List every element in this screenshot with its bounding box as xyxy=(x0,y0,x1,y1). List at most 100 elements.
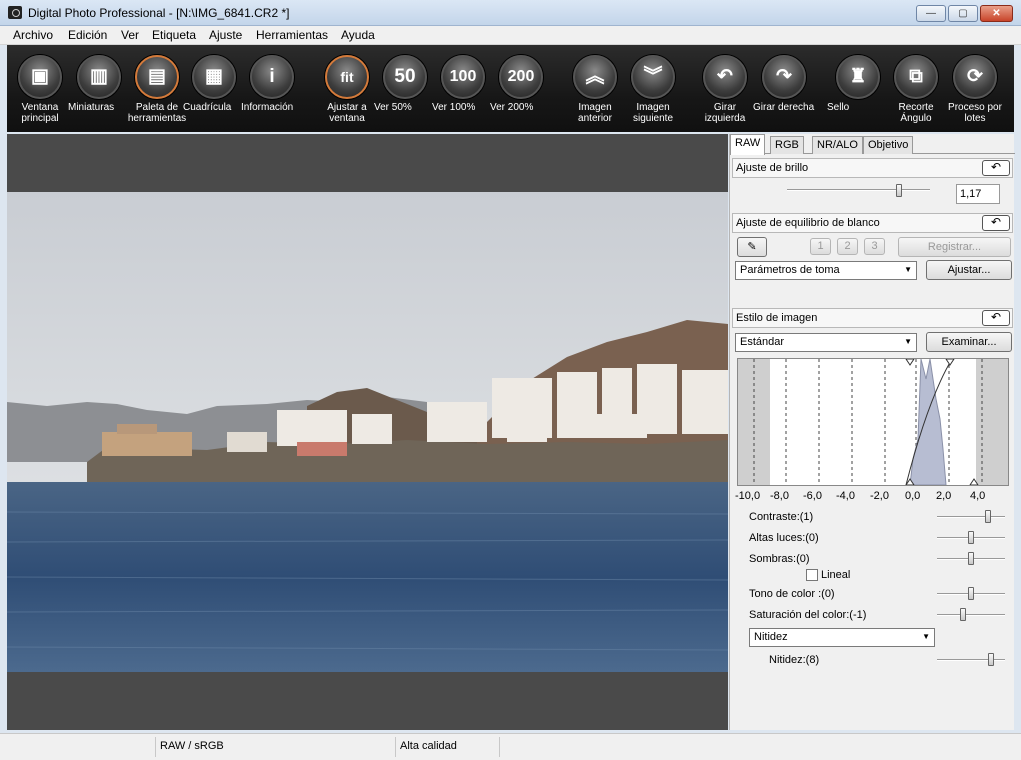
contrast-label: Contraste:(1) xyxy=(749,511,814,523)
rotate-right-button[interactable]: ↷ Girar derecha xyxy=(753,53,815,131)
axis-tick-minus2: -2,0 xyxy=(870,490,889,502)
zoom-200-button[interactable]: 200 Ver 200% xyxy=(490,53,552,131)
tone-curve-histogram[interactable] xyxy=(737,358,1009,486)
menu-archivo[interactable]: Archivo xyxy=(13,28,53,42)
sharpness-label: Nitidez:(8) xyxy=(769,654,820,666)
grid-button[interactable]: ▦ Cuadrícula xyxy=(183,53,245,131)
image-preview-area[interactable] xyxy=(7,134,728,730)
tab-nr-alo[interactable]: NR/ALO xyxy=(812,136,863,154)
axis-tick-minus10: -10,0 xyxy=(735,490,761,502)
rotate-left-button[interactable]: ↶ Girar izquierda xyxy=(694,53,756,131)
thumbnails-icon: ▥ xyxy=(77,55,121,99)
menu-edicion[interactable]: Edición xyxy=(68,28,107,42)
status-cell-empty xyxy=(4,737,156,757)
picture-style-header-label: Estilo de imagen xyxy=(736,312,818,324)
grid-icon: ▦ xyxy=(192,55,236,99)
panel-tabs: RAW RGB NR/ALO Objetivo xyxy=(730,134,1015,155)
batch-process-icon: ⟳ xyxy=(953,55,997,99)
zoom-50-icon: 50 xyxy=(383,55,427,99)
zoom-100-button[interactable]: 100 Ver 100% xyxy=(432,53,494,131)
saturation-slider-thumb[interactable] xyxy=(959,608,966,621)
contrast-slider-thumb[interactable] xyxy=(985,510,991,523)
previous-image-button[interactable]: ︽ Imagen anterior xyxy=(564,53,626,131)
linear-label: Lineal xyxy=(821,569,851,581)
stamp-icon: ♜ xyxy=(836,55,880,99)
previous-image-icon: ︽ xyxy=(573,55,617,99)
main-window-icon: ▣ xyxy=(18,55,62,99)
zoom-200-icon: 200 xyxy=(499,55,543,99)
brightness-slider[interactable] xyxy=(787,189,930,191)
menu-ver[interactable]: Ver xyxy=(121,28,139,42)
axis-tick-4: 4,0 xyxy=(970,490,986,502)
toolbar: ▣ Ventana principal ▥ Miniaturas ▤ Palet… xyxy=(7,45,1014,132)
adjust-button[interactable]: Ajustar... xyxy=(926,260,1012,280)
browse-button[interactable]: Examinar... xyxy=(926,332,1012,352)
rotate-right-icon: ↷ xyxy=(762,55,806,99)
title-bar: Digital Photo Professional - [N:\IMG_684… xyxy=(0,0,1021,26)
axis-tick-minus4: -4,0 xyxy=(836,490,855,502)
stamp-button[interactable]: ♜ Sello xyxy=(827,53,889,131)
brightness-header-label: Ajuste de brillo xyxy=(736,162,809,174)
info-button[interactable]: i Información xyxy=(241,53,303,131)
photo-preview xyxy=(7,192,728,672)
contrast-slider[interactable] xyxy=(937,516,1005,518)
batch-process-button[interactable]: ⟳ Proceso por lotes xyxy=(944,53,1006,131)
highlights-label: Altas luces:(0) xyxy=(749,532,819,544)
wb-preset-3-button[interactable]: 3 xyxy=(864,238,885,255)
saturation-label: Saturación del color:(-1) xyxy=(749,609,867,621)
wb-preset-1-button[interactable]: 1 xyxy=(810,238,831,255)
tab-raw[interactable]: RAW xyxy=(730,134,766,155)
reset-picture-style-icon[interactable]: ↶ xyxy=(982,310,1010,326)
white-balance-header-label: Ajuste de equilibrio de blanco xyxy=(736,217,880,229)
menu-bar: Archivo Edición Ver Etiqueta Ajuste Herr… xyxy=(0,26,1021,45)
fit-icon: fit xyxy=(325,55,369,99)
window-title: Digital Photo Professional - [N:\IMG_684… xyxy=(28,6,290,20)
picture-style-select[interactable]: Estándar xyxy=(735,333,917,352)
maximize-button[interactable]: ▢ xyxy=(948,5,978,22)
linear-checkbox[interactable] xyxy=(806,569,818,581)
tab-objetivo[interactable]: Objetivo xyxy=(863,136,914,154)
brightness-section-header: Ajuste de brillo ↶ xyxy=(732,158,1013,178)
eyedropper-icon: ✎ xyxy=(747,241,757,253)
tool-palette-button[interactable]: ▤ Paleta de herramientas xyxy=(126,53,188,131)
status-color-space: RAW / sRGB xyxy=(156,737,396,757)
reset-brightness-icon[interactable]: ↶ xyxy=(982,160,1010,176)
menu-ayuda[interactable]: Ayuda xyxy=(341,28,375,42)
axis-tick-2: 2,0 xyxy=(936,490,952,502)
sharpness-mode-select[interactable]: Nitidez xyxy=(749,628,935,647)
wb-mode-select[interactable]: Parámetros de toma xyxy=(735,261,917,280)
tab-rgb[interactable]: RGB xyxy=(770,136,804,154)
menu-ajuste[interactable]: Ajuste xyxy=(209,28,242,42)
sharpness-slider-thumb[interactable] xyxy=(988,653,995,666)
wb-preset-2-button[interactable]: 2 xyxy=(837,238,858,255)
zoom-50-button[interactable]: 50 Ver 50% xyxy=(374,53,436,131)
next-image-icon: ︾ xyxy=(631,55,675,99)
register-button[interactable]: Registrar... xyxy=(898,237,1011,257)
fit-window-button[interactable]: fit Ajustar a ventana xyxy=(316,53,378,131)
shadows-slider-thumb[interactable] xyxy=(968,552,974,565)
reset-white-balance-icon[interactable]: ↶ xyxy=(982,215,1010,231)
saturation-slider[interactable] xyxy=(937,614,1005,616)
crop-angle-button[interactable]: ⧉ Recorte Ángulo xyxy=(885,53,947,131)
main-window-button[interactable]: ▣ Ventana principal xyxy=(9,53,71,131)
color-tone-slider-thumb[interactable] xyxy=(968,587,974,600)
brightness-slider-thumb[interactable] xyxy=(895,184,902,197)
white-balance-section-header: Ajuste de equilibrio de blanco ↶ xyxy=(732,213,1013,233)
status-cell-right xyxy=(500,737,1017,757)
minimize-button[interactable]: — xyxy=(916,5,946,22)
menu-etiqueta[interactable]: Etiqueta xyxy=(152,28,196,42)
eyedropper-button[interactable]: ✎ xyxy=(737,237,767,257)
menu-herramientas[interactable]: Herramientas xyxy=(256,28,328,42)
zoom-100-icon: 100 xyxy=(441,55,485,99)
close-button[interactable]: ✕ xyxy=(980,5,1013,22)
color-tone-label: Tono de color :(0) xyxy=(749,588,835,600)
crop-angle-icon: ⧉ xyxy=(894,55,938,99)
next-image-button[interactable]: ︾ Imagen siguiente xyxy=(622,53,684,131)
thumbnails-button[interactable]: ▥ Miniaturas xyxy=(68,53,130,131)
highlights-slider-thumb[interactable] xyxy=(968,531,974,544)
status-bar: RAW / sRGB Alta calidad xyxy=(0,733,1021,760)
camera-app-icon xyxy=(8,6,22,19)
brightness-value-input[interactable]: 1,17 xyxy=(956,184,1000,204)
status-quality: Alta calidad xyxy=(396,737,500,757)
sharpness-slider[interactable] xyxy=(937,659,1005,661)
